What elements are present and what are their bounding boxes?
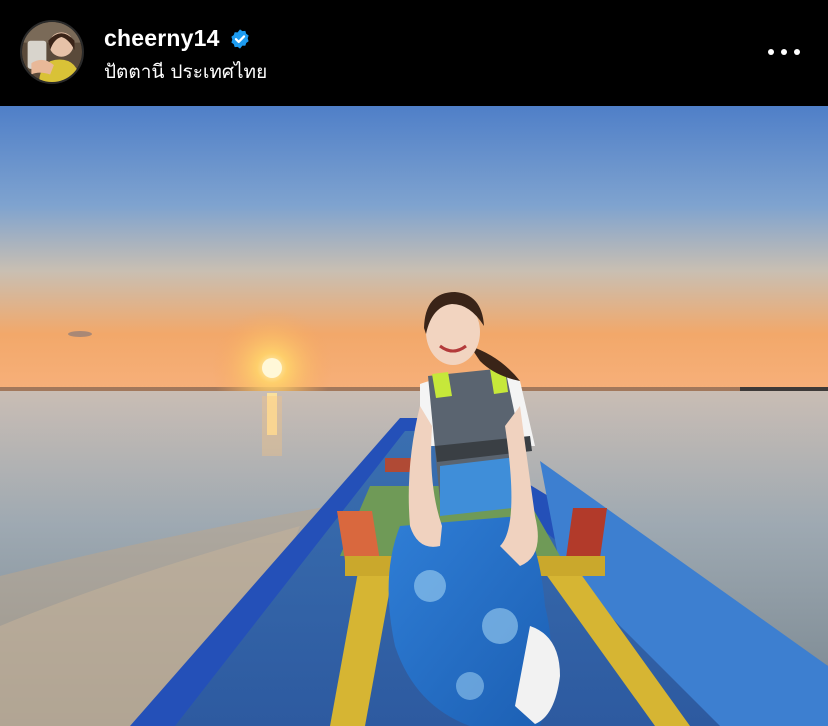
instagram-post: cheerny14 ปัตตานี ประเทศไทย — [0, 0, 828, 726]
author-info: cheerny14 ปัตตานี ประเทศไทย — [104, 25, 267, 87]
verified-badge-icon — [229, 28, 251, 50]
avatar-image — [22, 22, 82, 82]
more-dot — [781, 49, 787, 55]
username-row: cheerny14 — [104, 25, 267, 52]
author-avatar[interactable] — [20, 20, 84, 84]
post-photo[interactable] — [0, 106, 828, 726]
author-username[interactable]: cheerny14 — [104, 25, 220, 52]
more-options-button[interactable] — [768, 42, 800, 62]
more-dot — [794, 49, 800, 55]
post-photo-image — [0, 106, 828, 726]
post-header: cheerny14 ปัตตานี ประเทศไทย — [0, 0, 828, 106]
post-location[interactable]: ปัตตานี ประเทศไทย — [104, 57, 267, 87]
more-horizontal-icon — [768, 49, 774, 55]
